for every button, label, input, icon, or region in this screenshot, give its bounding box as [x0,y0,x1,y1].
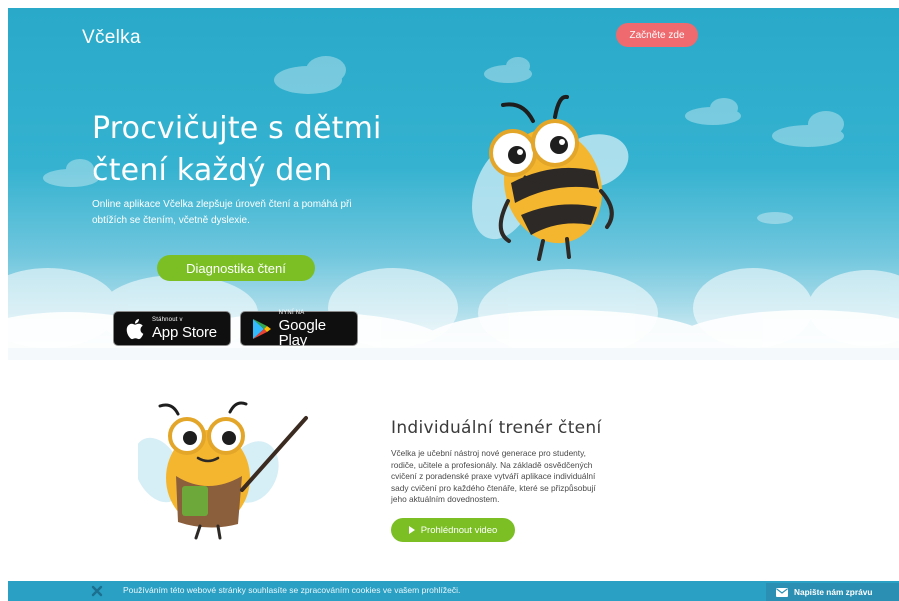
trainer-description-line: cvičení z poradenské praxe vytváří aplik… [391,471,596,482]
close-icon[interactable] [90,584,104,598]
cookie-notice-text: Používáním této webové stránky souhlasít… [123,585,461,595]
hero-title: Procvičujte s dětmi čtení každý den [92,108,412,192]
trainer-description-line: Včelka je učební nástroj nové generace p… [391,448,586,458]
page: Včelka Začněte zde Procvičujte s dětmi č… [0,0,899,601]
teacher-bee-illustration [138,401,308,540]
send-message-label: Napište nám zprávu [794,587,873,597]
hero-subtitle: Online aplikace Včelka zlepšuje úroveň č… [92,197,372,229]
hero-section: Včelka Začněte zde Procvičujte s dětmi č… [8,8,899,360]
trainer-description-line: rodiče, učitele a profesionály. Na zákla… [391,459,593,470]
trainer-description: Včelka je učební nástroj nové generace p… [391,448,631,506]
send-message-button[interactable]: Napište nám zprávu [766,583,899,601]
google-play-icon [251,317,273,341]
brand-logo[interactable]: Včelka [82,27,141,49]
diagnostics-button[interactable]: Diagnostika čtení [157,255,315,281]
hero-subtitle-line-2: obtížích se čtením, včetně dyslexie. [92,215,250,226]
trainer-description-line: jeho aktuálním dovednostem. [391,494,500,505]
trainer-description-line: sady cvičení pro každého čtenáře, které … [391,482,596,493]
hero-subtitle-line-1: Online aplikace Včelka zlepšuje úroveň č… [92,199,352,210]
play-icon [408,526,415,534]
google-play-small-label: NYNÍ NA [278,309,305,316]
watch-video-button[interactable]: Prohlédnout video [391,518,515,542]
bee-illustration [472,94,629,261]
apple-icon [124,317,146,341]
hero-title-line-1: Procvičujte s dětmi [92,111,382,146]
app-store-big-label: App Store [152,324,217,341]
envelope-icon [776,587,788,597]
app-store-text: Stáhnout v App Store [152,317,217,340]
hero-title-line-2: čtení každý den [92,153,333,188]
app-store-small-label: Stáhnout v [152,317,183,323]
trainer-title: Individuální trenér čtení [391,418,602,438]
watch-video-label: Prohlédnout video [420,524,498,536]
start-here-button[interactable]: Začněte zde [616,23,698,47]
google-play-text: NYNÍ NA Google Play [279,310,357,348]
app-store-badge[interactable]: Stáhnout v App Store [113,311,231,346]
google-play-badge[interactable]: NYNÍ NA Google Play [240,310,358,348]
google-play-big-label: Google Play [278,316,326,349]
